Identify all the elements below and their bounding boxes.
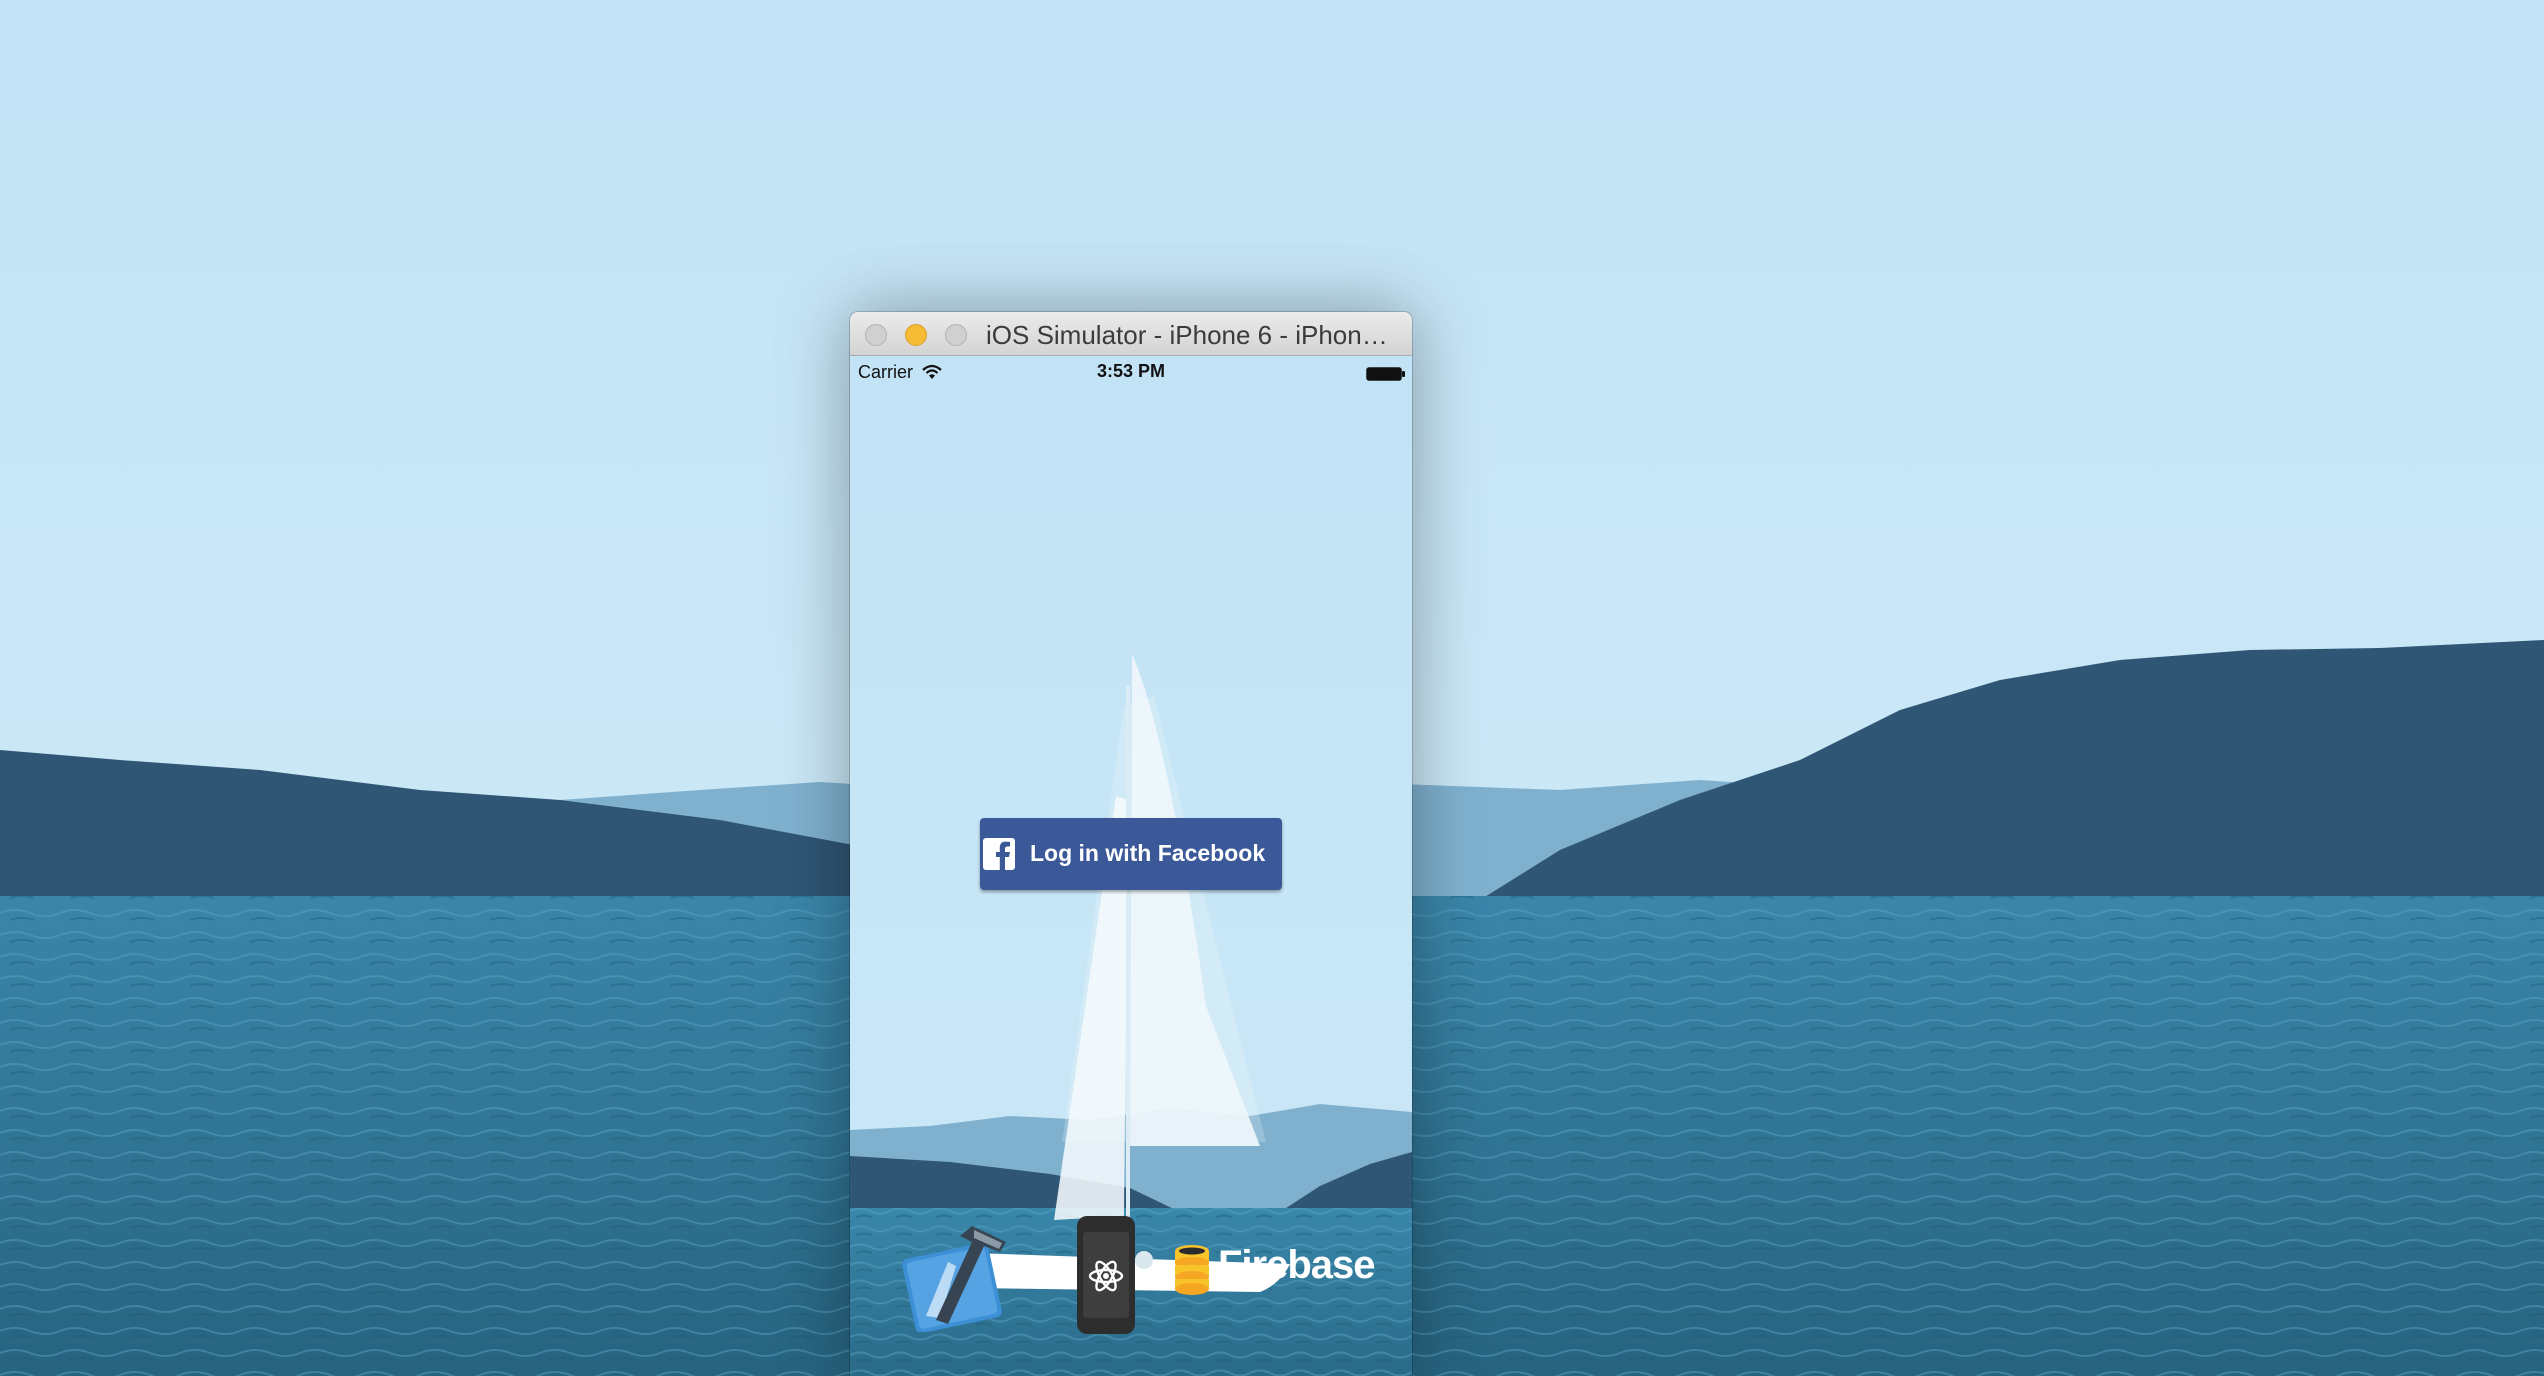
minimize-button[interactable] [905,324,927,346]
desktop: iOS Simulator - iPhone 6 - iPhone 6 / iO… [0,0,2544,1376]
window-titlebar[interactable]: iOS Simulator - iPhone 6 - iPhone 6 / iO… [850,312,1412,356]
status-time: 3:53 PM [1096,361,1166,381]
close-button[interactable] [865,324,887,346]
firebase-database-icon [1175,1245,1209,1295]
status-bar: Carrier 3:53 PM [850,356,1412,392]
battery-icon [1366,367,1405,381]
firebase-logo: Firebase [1172,1239,1402,1309]
facebook-login-button[interactable]: Log in with Facebook [980,818,1282,890]
window-title: iOS Simulator - iPhone 6 - iPhone 6 / iO… [986,320,1396,350]
facebook-login-label: Log in with Facebook [1030,840,1266,866]
facebook-f-icon [983,838,1015,870]
firebase-wordmark: Firebase [1218,1243,1376,1287]
zoom-button[interactable] [945,324,967,346]
ios-simulator-window[interactable]: iOS Simulator - iPhone 6 - iPhone 6 / iO… [850,312,1412,1376]
react-native-phone-logo [1077,1216,1135,1334]
simulator-screen[interactable]: Carrier 3:53 PM Log in with Facebook Fir… [850,356,1412,1376]
xcode-logo [902,1226,1006,1332]
